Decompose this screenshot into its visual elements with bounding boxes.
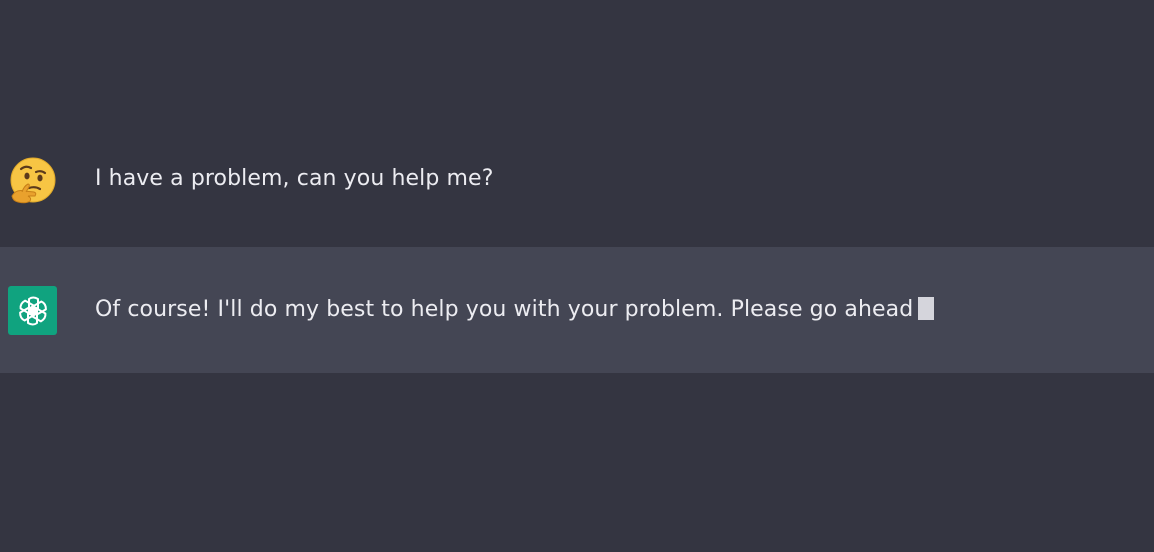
assistant-message: Of course! I'll do my best to help you w… xyxy=(95,297,935,322)
thinking-face-icon xyxy=(8,156,58,206)
user-message-text: I have a problem, can you help me? xyxy=(95,166,494,191)
typing-cursor xyxy=(918,297,935,320)
chat-thread: I have a problem, can you help me? Of co… xyxy=(0,0,1154,552)
openai-logo-icon xyxy=(8,286,57,335)
user-message-row: I have a problem, can you help me? xyxy=(0,116,1154,247)
assistant-message-text: Of course! I'll do my best to help you w… xyxy=(95,297,914,322)
assistant-message-row: Of course! I'll do my best to help you w… xyxy=(0,247,1154,373)
